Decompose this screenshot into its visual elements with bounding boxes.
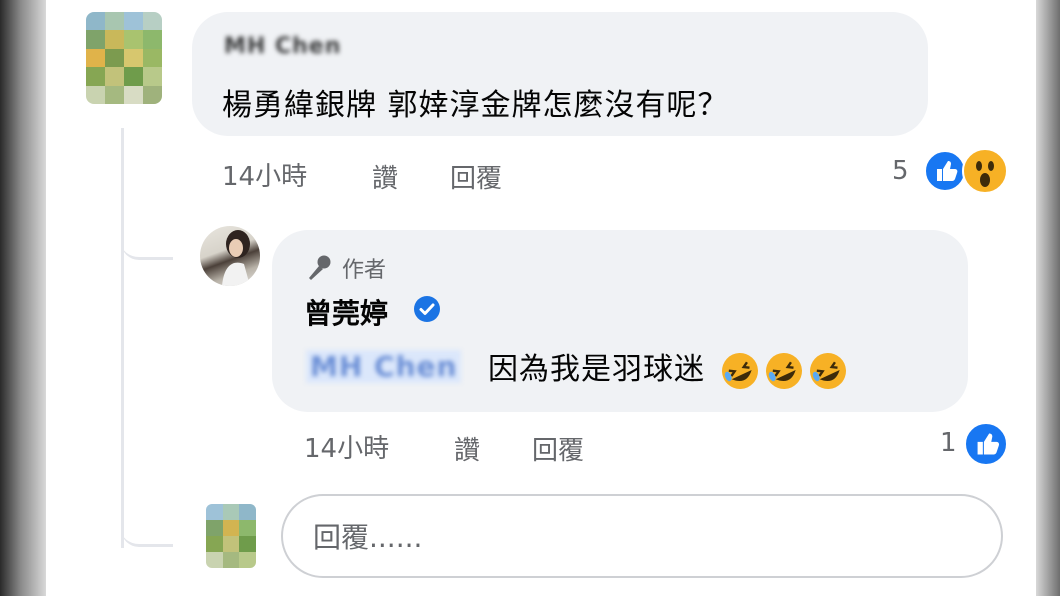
rofl-emoji bbox=[809, 352, 846, 389]
thread-branch-input bbox=[121, 500, 173, 547]
comment-text: 楊勇緯銀牌 郭婞淳金牌怎麼沒有呢？ bbox=[222, 88, 729, 123]
thread-branch-reply bbox=[121, 205, 173, 260]
reply-time[interactable]: 14小時 bbox=[304, 428, 389, 465]
reply-author-name[interactable]: 曾莞婷 bbox=[304, 292, 388, 332]
like-icon[interactable] bbox=[924, 150, 966, 192]
reply-like-button[interactable]: 讚 bbox=[454, 430, 480, 467]
author-badge: 作者 bbox=[304, 252, 386, 284]
comment-time[interactable]: 14小時 bbox=[222, 156, 307, 193]
photo-edge-left bbox=[0, 0, 46, 596]
reply-author-avatar[interactable] bbox=[200, 226, 260, 286]
reply-mention-blurred[interactable]: MH Chen bbox=[306, 350, 462, 383]
reply-input-box[interactable] bbox=[281, 494, 1003, 578]
wow-icon[interactable] bbox=[962, 148, 1008, 194]
reply-text: 因為我是羽球迷 bbox=[488, 344, 848, 391]
comment-reaction-count[interactable]: 5 bbox=[892, 156, 909, 186]
comment-like-button[interactable]: 讚 bbox=[372, 158, 398, 195]
microphone-icon bbox=[309, 255, 331, 280]
like-icon[interactable] bbox=[964, 422, 1008, 466]
reply-input[interactable] bbox=[311, 496, 975, 578]
current-user-avatar bbox=[206, 504, 256, 568]
comment-reply-button[interactable]: 回覆 bbox=[450, 158, 502, 195]
comment-author-name-blurred[interactable]: MH Chen bbox=[224, 34, 341, 59]
author-badge-label: 作者 bbox=[342, 258, 387, 283]
thread-line bbox=[121, 128, 124, 548]
verified-badge-icon bbox=[414, 296, 440, 322]
reply-reaction-count[interactable]: 1 bbox=[940, 428, 957, 458]
reply-text-content: 因為我是羽球迷 bbox=[488, 352, 705, 387]
rofl-emoji bbox=[765, 352, 802, 389]
photo-edge-right bbox=[1036, 0, 1060, 596]
reply-reply-button[interactable]: 回覆 bbox=[532, 430, 584, 467]
rofl-emoji bbox=[721, 352, 758, 389]
commenter-avatar[interactable] bbox=[86, 12, 162, 104]
